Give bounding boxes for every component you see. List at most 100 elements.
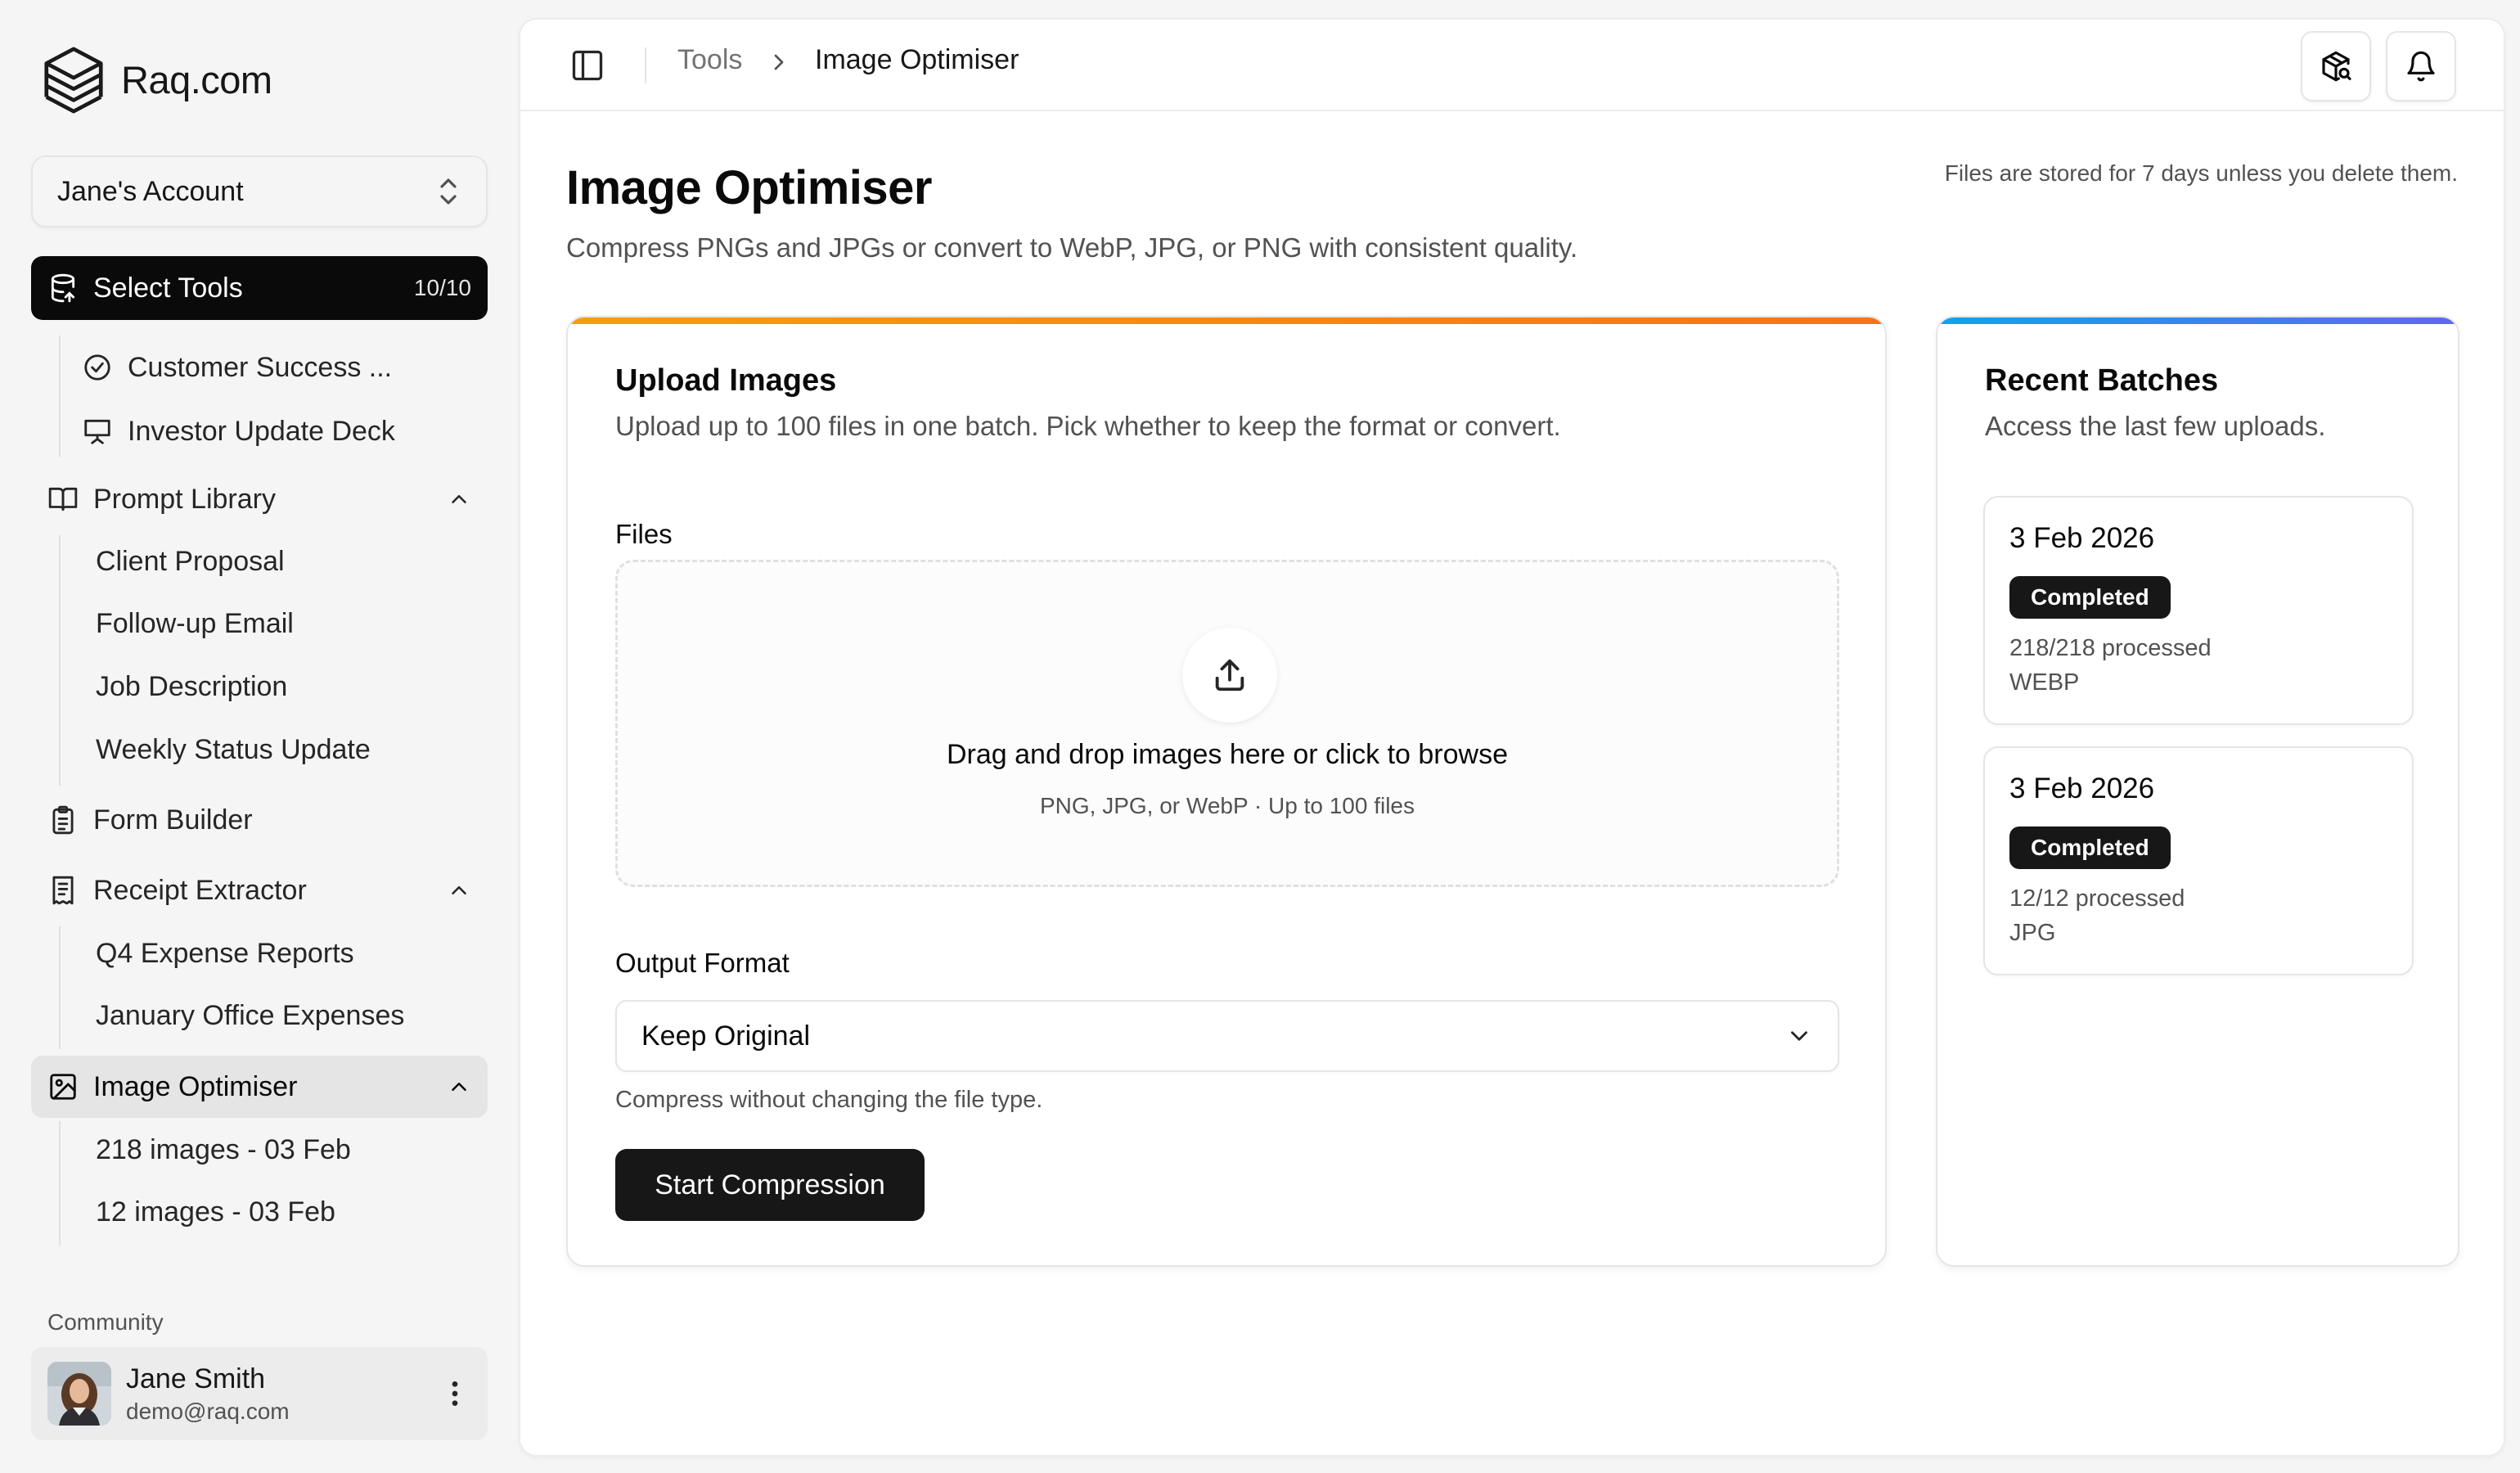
- sidebar-item-label: Customer Success ...: [128, 351, 393, 383]
- nav-select-tools-label: Select Tools: [93, 272, 243, 304]
- chevron-up-icon[interactable]: [447, 1074, 471, 1099]
- batch-format: JPG: [2009, 920, 2056, 946]
- clipboard-icon: [47, 804, 79, 836]
- batch-processed: 12/12 processed: [2009, 885, 2185, 912]
- account-switcher[interactable]: Jane's Account: [31, 155, 488, 227]
- batch-date: 3 Feb 2026: [2009, 773, 2155, 804]
- bell-icon: [2407, 51, 2435, 82]
- receipt-icon: [47, 875, 79, 906]
- submenu-line: [59, 1121, 61, 1246]
- sidebar-item-label: Follow-up Email: [96, 607, 294, 639]
- section-community-label: Community: [47, 1309, 164, 1335]
- card-accent-bar: [568, 318, 1885, 324]
- sidebar-item-label: Investor Update Deck: [128, 415, 395, 447]
- user-name: Jane Smith: [126, 1363, 266, 1394]
- chevrons-up-down-icon: [440, 178, 457, 205]
- upload-subtitle: Upload up to 100 files in one batch. Pic…: [615, 411, 1561, 441]
- topbar: Tools Image Optimiser: [520, 20, 2504, 111]
- retention-note: Files are stored for 7 days unless you d…: [1944, 160, 2458, 186]
- sidebar-item-follow-up-email[interactable]: Follow-up Email: [96, 595, 294, 652]
- account-label: Jane's Account: [57, 175, 244, 207]
- output-format-helper: Compress without changing the file type.: [615, 1087, 1043, 1113]
- image-icon: [47, 1071, 79, 1102]
- page-subtitle: Compress PNGs and JPGs or convert to Web…: [566, 232, 1578, 263]
- sidebar-item-label: Job Description: [96, 670, 288, 702]
- presentation-icon: [82, 416, 113, 447]
- user-menu[interactable]: Jane Smith demo@raq.com: [31, 1347, 488, 1440]
- brand-name: Raq.com: [121, 57, 272, 101]
- stack-logo-icon: [44, 47, 103, 114]
- avatar: [47, 1362, 111, 1426]
- sidebar-toggle-icon[interactable]: [569, 47, 605, 83]
- status-badge: Completed: [2009, 576, 2171, 619]
- upload-card: Upload Images Upload up to 100 files in …: [566, 316, 1887, 1267]
- sidebar-item-weekly-status[interactable]: Weekly Status Update: [96, 721, 371, 778]
- card-accent-bar: [1937, 318, 2458, 324]
- nav-prompt-library-label: Prompt Library: [93, 483, 276, 515]
- sidebar-item-218-images[interactable]: 218 images - 03 Feb: [96, 1121, 351, 1178]
- file-dropzone[interactable]: Drag and drop images here or click to br…: [615, 560, 1839, 887]
- sidebar-item-label: 218 images - 03 Feb: [96, 1133, 351, 1165]
- page-title: Image Optimiser: [566, 161, 932, 214]
- nav-prompt-library[interactable]: Prompt Library: [31, 468, 488, 530]
- nav-receipt-extractor-label: Receipt Extractor: [93, 874, 307, 906]
- output-format-value: Keep Original: [641, 1020, 811, 1052]
- sidebar-item-label: Client Proposal: [96, 545, 285, 577]
- upload-icon: [1215, 659, 1244, 691]
- nav-image-optimiser-label: Image Optimiser: [93, 1070, 298, 1102]
- sidebar-item-label: January Office Expenses: [96, 999, 405, 1031]
- sidebar-item-label: 12 images - 03 Feb: [96, 1196, 335, 1228]
- batch-date: 3 Feb 2026: [2009, 522, 2155, 554]
- upload-icon-wrapper: [1182, 628, 1277, 723]
- nav-form-builder[interactable]: Form Builder: [31, 789, 488, 851]
- breadcrumb-current: Image Optimiser: [815, 44, 1019, 75]
- sidebar-item-investor-update[interactable]: Investor Update Deck: [82, 403, 395, 460]
- start-compression-button[interactable]: Start Compression: [615, 1149, 925, 1221]
- more-vertical-icon[interactable]: [439, 1377, 471, 1410]
- sidebar-item-q4-expense[interactable]: Q4 Expense Reports: [96, 925, 354, 982]
- sidebar-item-january-office[interactable]: January Office Expenses: [96, 987, 404, 1044]
- nav-select-tools-count: 10/10: [413, 275, 471, 300]
- check-badge-icon: [82, 352, 113, 383]
- batch-item[interactable]: 3 Feb 2026 Completed 218/218 processed W…: [1983, 496, 2414, 725]
- package-button[interactable]: [2301, 31, 2371, 101]
- batch-item[interactable]: 3 Feb 2026 Completed 12/12 processed JPG: [1983, 746, 2414, 975]
- submenu-line: [59, 535, 61, 786]
- topbar-divider: [645, 47, 646, 83]
- app: Raq.com Jane's Account Select Tools 10/1…: [0, 0, 2520, 1473]
- user-info: Jane Smith demo@raq.com: [126, 1363, 439, 1425]
- batch-processed: 218/218 processed: [2009, 635, 2212, 661]
- package-search-icon: [2322, 51, 2351, 82]
- sidebar-item-job-description[interactable]: Job Description: [96, 658, 287, 715]
- chevron-down-icon: [1791, 1031, 1807, 1041]
- brand-logo[interactable]: Raq.com: [41, 44, 272, 115]
- breadcrumb-tools[interactable]: Tools: [677, 44, 742, 76]
- dropzone-hint: PNG, JPG, or WebP · Up to 100 files: [1039, 793, 1415, 818]
- chevron-up-icon[interactable]: [447, 878, 471, 903]
- batch-format: WEBP: [2009, 669, 2080, 696]
- sidebar-item-client-proposal[interactable]: Client Proposal: [96, 533, 285, 590]
- sidebar-item-label: Q4 Expense Reports: [96, 937, 354, 969]
- nav-image-optimiser[interactable]: Image Optimiser: [31, 1056, 488, 1118]
- sidebar-item-label: Weekly Status Update: [96, 733, 371, 765]
- status-badge: Completed: [2009, 827, 2171, 869]
- batches-subtitle: Access the last few uploads.: [1985, 411, 2326, 441]
- output-format-select[interactable]: Keep Original: [615, 1000, 1839, 1072]
- sidebar-item-12-images[interactable]: 12 images - 03 Feb: [96, 1183, 335, 1241]
- sidebar-item-customer-success[interactable]: Customer Success ...: [82, 339, 392, 396]
- files-label: Files: [615, 519, 673, 549]
- nav-select-tools[interactable]: Select Tools 10/10: [31, 256, 488, 320]
- recent-batches-card: Recent Batches Access the last few uploa…: [1936, 316, 2459, 1267]
- database-icon: [47, 273, 79, 304]
- submenu-line: [59, 336, 61, 457]
- book-open-icon: [47, 484, 79, 515]
- output-format-label: Output Format: [615, 948, 790, 978]
- nav-receipt-extractor[interactable]: Receipt Extractor: [31, 859, 488, 921]
- user-email: demo@raq.com: [126, 1398, 290, 1424]
- dropzone-title: Drag and drop images here or click to br…: [947, 739, 1508, 770]
- main-panel: Tools Image Optimiser Image Optimiser Co…: [519, 18, 2505, 1457]
- chevron-up-icon[interactable]: [447, 487, 471, 511]
- notifications-button[interactable]: [2386, 31, 2456, 101]
- upload-title: Upload Images: [615, 363, 837, 398]
- batches-title: Recent Batches: [1985, 363, 2219, 398]
